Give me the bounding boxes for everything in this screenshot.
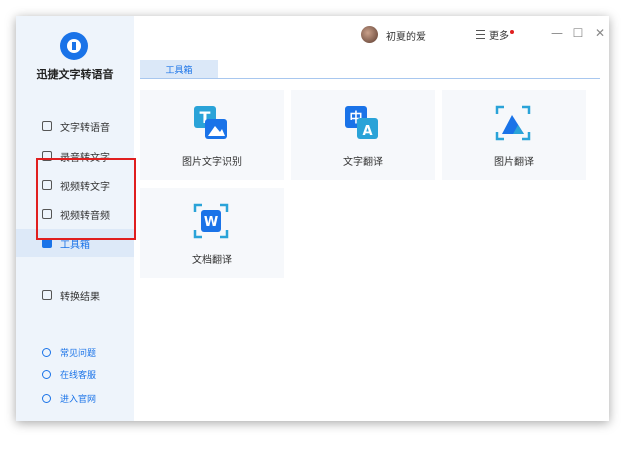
image-translate-icon: [495, 105, 531, 141]
text-translate-icon: 中 A: [345, 106, 378, 139]
tool-card-document-translate[interactable]: W 文档翻译: [140, 188, 284, 278]
results-icon: [42, 290, 52, 300]
tool-label: 文字翻译: [343, 157, 383, 168]
sidebar-item-conversion-results[interactable]: 转换结果: [16, 281, 134, 309]
app-window: 迅捷文字转语音 文字转语音 录音转文字 视频转文字 视频转音频 工具箱 转换结果…: [16, 16, 609, 421]
help-faq-link[interactable]: 常见问题: [16, 342, 134, 362]
notification-dot: [510, 29, 514, 34]
svg-text:A: A: [362, 124, 372, 139]
tab-strip: 工具箱: [140, 60, 600, 79]
avatar[interactable]: [361, 26, 378, 43]
monitor-icon: [42, 393, 51, 403]
tool-label: 图片翻译: [494, 157, 534, 168]
tool-card-text-translate[interactable]: 中 A 文字翻译: [291, 90, 435, 180]
help-label: 在线客服: [60, 370, 97, 381]
menu-icon: [476, 30, 485, 39]
image-text-recognition-icon: T: [194, 106, 227, 139]
minimize-button[interactable]: —: [550, 26, 564, 40]
help-online-service-link[interactable]: 在线客服: [16, 364, 134, 384]
text-to-speech-icon: [42, 121, 52, 131]
app-logo-icon: [60, 32, 88, 60]
document-translate-icon: W: [193, 203, 229, 239]
maximize-button[interactable]: ☐: [571, 26, 585, 40]
headset-icon: [42, 369, 51, 379]
tool-card-image-text-recognition[interactable]: T 图片文字识别: [140, 90, 284, 180]
help-label: 进入官网: [60, 394, 97, 405]
help-label: 常见问题: [60, 348, 97, 359]
sidebar-item-label: 转换结果: [60, 291, 100, 303]
question-icon: [42, 347, 51, 357]
svg-text:W: W: [204, 215, 218, 230]
help-website-link[interactable]: 进入官网: [16, 388, 134, 408]
top-bar: 初夏的爱 更多 — ☐ ✕: [134, 16, 609, 54]
more-label: 更多: [489, 31, 509, 42]
tool-label: 文档翻译: [192, 255, 232, 266]
highlight-box: [36, 158, 136, 240]
more-menu-button[interactable]: 更多: [476, 27, 514, 42]
sidebar-item-text-to-speech[interactable]: 文字转语音: [16, 112, 134, 140]
app-title: 迅捷文字转语音: [36, 68, 114, 81]
username[interactable]: 初夏的爱: [386, 28, 426, 43]
tool-label: 图片文字识别: [182, 157, 242, 168]
tab-toolbox[interactable]: 工具箱: [140, 60, 218, 78]
close-button[interactable]: ✕: [593, 26, 607, 40]
tool-card-image-translate[interactable]: 图片翻译: [442, 90, 586, 180]
sidebar-item-label: 文字转语音: [60, 122, 110, 134]
